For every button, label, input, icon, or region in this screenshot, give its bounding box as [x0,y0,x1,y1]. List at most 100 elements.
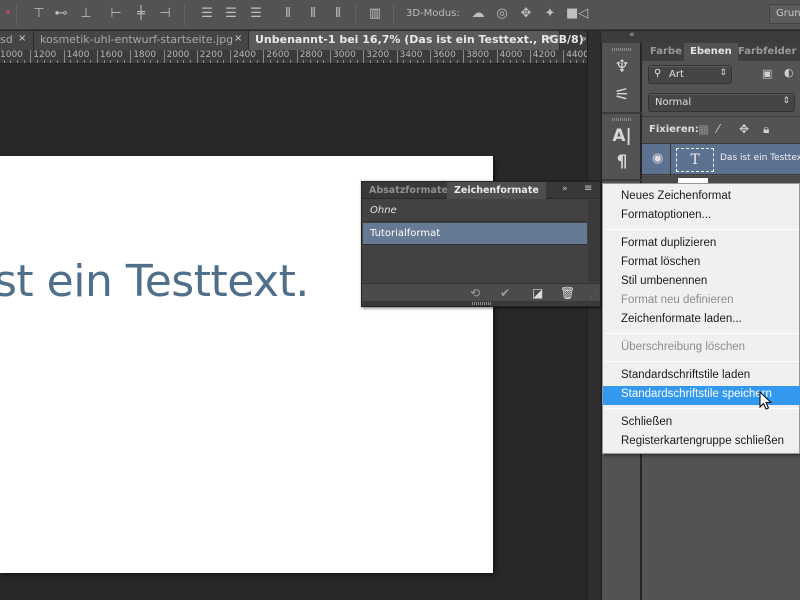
3d-roll-icon[interactable]: ◎ [494,6,510,22]
brush-settings-icon[interactable]: ⚟ [610,84,634,106]
3d-mode-label: 3D-Modus: [406,8,460,19]
filter-adjustment-icon[interactable]: ◐ [784,66,794,79]
ruler-tick [310,60,312,63]
tab-absatzformate[interactable]: Absatzformate [362,182,455,199]
distribute-right-icon[interactable]: ⫴ [330,6,346,22]
collapse-icon[interactable]: « [629,30,635,40]
commit-check-icon[interactable]: ✔ [500,286,510,300]
filter-value: Art [669,69,684,80]
lock-transparency-icon[interactable]: ▦ [698,122,709,136]
align-horizontal-centers-icon[interactable]: ╪ [133,6,149,22]
resize-grip-icon[interactable]: ⋰ [590,290,598,299]
align-vertical-centers-icon[interactable]: ⊷ [53,6,69,22]
canvas-text-layer[interactable]: st ein Testtext. [0,256,309,307]
character-panel-icon[interactable]: A| [610,125,634,147]
menu-item-format-duplizieren[interactable]: Format duplizieren [603,235,800,254]
divider [670,144,671,176]
menu-item-standardschriftstile-laden[interactable]: Standardschriftstile laden [603,367,800,386]
list-scrollbar[interactable] [588,200,600,282]
distribute-bottom-icon[interactable]: ☰ [248,6,264,22]
tab-farbfelder[interactable]: Farbfelder [732,43,800,61]
ruler-tick [576,60,578,63]
align-bottom-edges-icon[interactable]: ⊥ [78,6,94,22]
tab-farbe[interactable]: Farbe [644,43,688,61]
clear-override-icon[interactable]: ⟲ [470,286,480,300]
auto-align-icon[interactable]: ▥ [367,6,383,22]
grip-handle[interactable] [612,48,632,51]
blend-mode-select[interactable]: Normal ⇕ [648,93,795,112]
filter-image-icon[interactable]: ▣ [762,67,772,80]
vertical-scrollbar[interactable] [587,31,600,600]
ruler-tick [569,60,571,63]
panel-grip[interactable] [362,301,600,306]
close-icon[interactable]: × [545,33,553,44]
lock-position-icon[interactable]: ✥ [739,122,749,136]
ruler-tick [156,60,158,63]
align-left-edges-icon[interactable]: ⊢ [108,6,124,22]
layer-name[interactable]: Das ist ein Testtext. [720,153,800,163]
workspace-button[interactable]: Grun [769,4,800,24]
close-icon[interactable]: × [234,33,242,44]
ruler-tick [243,60,245,63]
style-item-ohne[interactable]: Ohne [363,200,587,222]
ruler-tick [483,60,485,63]
menu-item-format-löschen[interactable]: Format löschen [603,254,800,273]
tab-overflow-button[interactable]: » [580,32,587,45]
menu-item-zeichenformate-laden[interactable]: Zeichenformate laden... [603,311,800,330]
panel-expand-icon[interactable]: » [562,184,568,194]
ruler-tick [143,60,145,63]
distribute-left-icon[interactable]: ⫴ [280,6,296,22]
paragraph-panel-icon[interactable]: ¶ [610,151,634,173]
doc-tab-jpg[interactable]: kosmetik-uhl-entwurf-startseite.jpg × [34,31,249,50]
tab-zeichenformate[interactable]: Zeichenformate [447,182,546,199]
trash-icon[interactable]: 🗑︎ [560,286,575,300]
3d-scale-icon[interactable]: ■◁ [566,6,588,22]
distribute-top-icon[interactable]: ☰ [199,6,215,22]
divider [602,179,642,181]
ruler-tick [549,60,551,63]
panel-context-menu: Neues Zeichenformat Formatoptionen... Form… [602,183,800,454]
menu-item-schließen[interactable]: Schließen [603,414,800,433]
menu-item-formatoptionen[interactable]: Formatoptionen... [603,207,800,226]
align-top-edges-icon[interactable]: ⊤ [31,6,47,22]
tab-ebenen[interactable]: Ebenen [684,43,738,61]
menu-item-registerkartengruppe-schließen[interactable]: Registerkartengruppe schließen [603,433,800,452]
distribute-hcenter-icon[interactable]: ⫴ [305,6,321,22]
tool-preset-icon[interactable]: • [0,6,16,22]
divider [602,112,642,114]
layer-filter-select[interactable]: ⚲ Art ⇕ [648,65,732,84]
ruler-tick [250,60,252,63]
distribute-vcenter-icon[interactable]: ☰ [223,6,239,22]
lock-image-icon[interactable]: ⁄ [717,122,719,136]
ruler-tick [216,60,218,63]
doc-tab-active[interactable]: Unbenannt-1 bei 16,7% (Das ist ein Testt… [249,31,593,50]
menu-item-neues-zeichenformat[interactable]: Neues Zeichenformat [603,188,800,207]
horizontal-ruler: 1000 1200 1400 1600 1800 2000 2200 2400 2600 2800… [0,50,587,64]
panel-footer: ⟲ ✔ ◪ 🗑︎ ⋰ [362,283,600,301]
lock-all-icon[interactable]: 🔒︎ [763,122,769,137]
brush-presets-icon[interactable]: ♆ [610,56,634,78]
3d-slide-icon[interactable]: ✦ [542,6,558,22]
grip-handle[interactable] [612,118,632,121]
ruler-tick [116,60,118,63]
new-style-icon[interactable]: ◪ [532,286,543,300]
menu-item-stil-umbenennen[interactable]: Stil umbenennen [603,273,800,292]
ruler-tick [290,60,292,63]
doc-tab-psd[interactable]: sd × [0,31,34,50]
menu-separator [605,333,799,334]
style-item-tutorialformat[interactable]: Tutorialformat [363,223,587,245]
panel-menu-icon[interactable]: ≡ [584,183,592,194]
3d-orbit-icon[interactable]: ☁ [470,6,486,22]
ruler-tick [389,60,391,63]
ruler-tick [223,60,225,63]
ruler-tick [376,60,378,63]
close-icon[interactable]: × [18,33,26,44]
align-right-edges-icon[interactable]: ⊣ [157,6,173,22]
ruler-tick [356,60,358,63]
panel-collapse-strip[interactable]: « [601,30,800,43]
3d-pan-icon[interactable]: ✥ [518,6,534,22]
ruler-tick [136,60,138,63]
visibility-eye-icon[interactable]: ◉ [652,151,663,166]
ruler-tick [383,60,385,63]
layer-row-selected[interactable]: ◉ T Das ist ein Testtext. [642,143,800,176]
